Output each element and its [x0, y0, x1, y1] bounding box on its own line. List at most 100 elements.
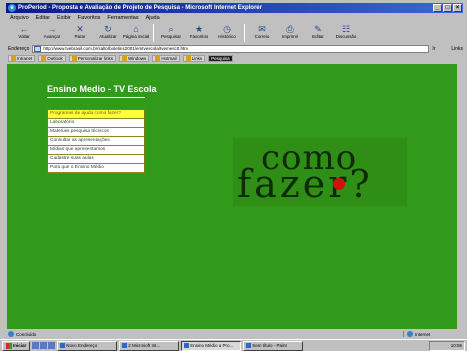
zone-text: Internet: [415, 331, 431, 337]
favorites-button[interactable]: ★ Favoritos: [185, 23, 213, 43]
link-search-field[interactable]: Pesquisa: [208, 55, 233, 62]
menu-edit[interactable]: Editar: [36, 14, 50, 22]
link-hotmail[interactable]: Hotmail: [152, 55, 180, 62]
standard-toolbar: ← Voltar → Avançar ✕ Parar ↻ Atualizar ⌂…: [6, 23, 463, 43]
links-label[interactable]: Links: [451, 46, 463, 52]
forward-button[interactable]: → Avançar: [38, 23, 66, 43]
nav-menu-item[interactable]: Cadastre suas aulas: [48, 155, 144, 164]
link-label: Pesquisa: [211, 56, 230, 61]
link-intranet[interactable]: Intranet: [8, 55, 36, 62]
title-bar: e ProPeriod - Proposta e Avaliação de Pr…: [6, 3, 463, 13]
edit-button[interactable]: ✎ Editar: [304, 23, 332, 43]
menu-help[interactable]: Ajuda: [146, 14, 160, 22]
print-label: Imprimir: [281, 34, 299, 39]
refresh-button[interactable]: ↻ Atualizar: [94, 23, 122, 43]
nav-menu-item[interactable]: Laboratório: [48, 119, 144, 128]
taskbar-button-label: 2 Microsoft Int...: [128, 342, 161, 348]
security-zone: Internet: [403, 331, 463, 337]
link-customize[interactable]: Personalizar links: [68, 55, 117, 62]
start-label: Iniciar: [13, 343, 27, 348]
start-button[interactable]: Iniciar: [2, 340, 31, 351]
home-icon: ⌂: [133, 24, 139, 34]
address-input[interactable]: http://www.tvebrasil.com.br/salto/boleti…: [32, 44, 430, 53]
status-text: Concluído: [16, 331, 37, 337]
page-content: Ensino Medio - TV Escola Programas de aj…: [7, 64, 457, 329]
page-heading: Ensino Medio - TV Escola: [47, 84, 157, 94]
app-icon: [60, 343, 66, 348]
nav-menu-item[interactable]: Programas de ajuda como fazer?: [48, 110, 144, 119]
link-icon: [185, 56, 191, 61]
taskbar-button-active[interactable]: Ensino Médio a Pro...: [181, 340, 242, 351]
logo-word-fazer: fazer?: [237, 162, 373, 206]
refresh-label: Atualizar: [99, 34, 117, 39]
taskbar-button[interactable]: 2 Microsoft Int...: [119, 340, 180, 351]
discuss-label: Discussão: [335, 34, 357, 39]
search-button[interactable]: ⌕ Pesquisar: [157, 23, 185, 43]
status-left: Concluído: [8, 331, 403, 337]
link-icon: [41, 56, 47, 61]
quick-launch-outlook-icon[interactable]: [48, 342, 56, 349]
status-bar: Concluído Internet: [6, 330, 463, 338]
quick-launch: [32, 342, 56, 349]
address-url: http://www.tvebrasil.com.br/salto/boleti…: [43, 45, 188, 51]
menu-tools[interactable]: Ferramentas: [107, 14, 138, 22]
toolbar-separator: [153, 24, 154, 42]
edit-label: Editar: [312, 34, 324, 39]
link-label: Outlook: [47, 56, 63, 61]
como-fazer-logo: como fazer?: [233, 138, 407, 206]
menu-file[interactable]: Arquivo: [10, 14, 29, 22]
history-label: Histórico: [218, 34, 236, 39]
close-button[interactable]: ×: [453, 4, 462, 12]
refresh-icon: ↻: [104, 24, 112, 34]
nav-menu-item[interactable]: Consultar as apresentações: [48, 137, 144, 146]
back-arrow-icon: ←: [19, 24, 29, 34]
go-button[interactable]: Ir: [432, 46, 448, 52]
nav-menu-item[interactable]: Para que o Ensino Médio: [48, 164, 144, 173]
menu-view[interactable]: Exibir: [57, 14, 71, 22]
window-controls: _ □ ×: [433, 4, 462, 12]
link-outlook[interactable]: Outlook: [38, 55, 66, 62]
discuss-icon: ☷: [341, 24, 351, 34]
favorites-label: Favoritos: [189, 34, 209, 39]
quick-launch-ie-icon[interactable]: [32, 342, 40, 349]
page-done-icon: [8, 331, 14, 337]
link-label: Personalizar links: [77, 56, 114, 61]
browser-window: e ProPeriod - Proposta e Avaliação de Pr…: [0, 0, 467, 351]
window-title: ProPeriod - Proposta e Avaliação de Proj…: [18, 5, 262, 11]
forward-label: Avançar: [43, 34, 61, 39]
links-bar: Intranet Outlook Personalizar links Wind…: [6, 54, 463, 63]
link-links[interactable]: Links: [182, 55, 206, 62]
link-label: Links: [191, 56, 203, 61]
minimize-button[interactable]: _: [433, 4, 442, 12]
internet-zone-icon: [407, 331, 413, 337]
nav-menu-item[interactable]: Materiais pesquisa técnicos: [48, 128, 144, 137]
app-icon: [184, 343, 190, 348]
mail-button[interactable]: ✉ Correio: [248, 23, 276, 43]
home-button[interactable]: ⌂ Página inicial: [122, 23, 150, 43]
mail-label: Correio: [254, 34, 270, 39]
taskbar-button[interactable]: Sem título - Paint: [243, 340, 304, 351]
internet-explorer-icon: e: [8, 4, 16, 12]
app-icon: [246, 343, 252, 348]
system-tray: 10:55: [429, 340, 465, 351]
history-button[interactable]: ◷ Histórico: [213, 23, 241, 43]
discuss-button[interactable]: ☷ Discussão: [332, 23, 360, 43]
taskbar-button[interactable]: Novo Endereço: [57, 340, 118, 351]
history-icon: ◷: [223, 24, 231, 34]
quick-launch-desktop-icon[interactable]: [40, 342, 48, 349]
nav-menu-item[interactable]: Mídias que apresentamos: [48, 146, 144, 155]
link-label: Hotmail: [161, 56, 177, 61]
app-icon: [122, 343, 128, 348]
stop-button[interactable]: ✕ Parar: [66, 23, 94, 43]
mail-icon: ✉: [258, 24, 266, 34]
toolbar-separator: [244, 24, 245, 42]
maximize-button[interactable]: □: [443, 4, 452, 12]
windows-flag-icon: [6, 342, 12, 349]
edit-icon: ✎: [314, 24, 322, 34]
heading-underline: [47, 97, 145, 98]
menu-favorites[interactable]: Favoritos: [78, 14, 101, 22]
back-button[interactable]: ← Voltar: [10, 23, 38, 43]
link-windows[interactable]: Windows: [119, 55, 150, 62]
clock[interactable]: 10:55: [451, 343, 462, 348]
print-button[interactable]: ⎙ Imprimir: [276, 23, 304, 43]
